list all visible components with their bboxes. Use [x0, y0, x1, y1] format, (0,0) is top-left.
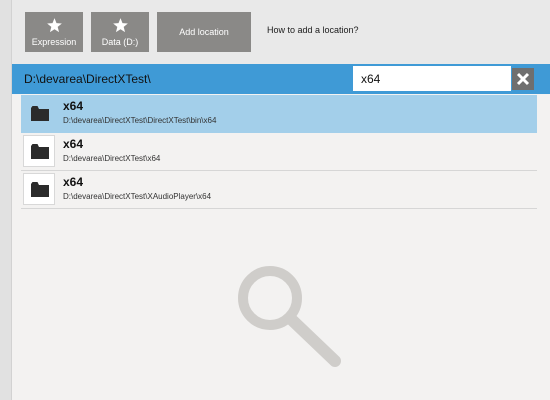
close-icon — [516, 72, 530, 86]
search-input[interactable] — [353, 66, 511, 91]
star-icon — [112, 18, 128, 33]
result-name: x64 — [63, 137, 84, 151]
result-path: D:\devarea\DirectXTest\DirectXTest\bin\x… — [63, 116, 217, 125]
results-list: x64 D:\devarea\DirectXTest\DirectXTest\b… — [21, 95, 537, 209]
how-to-add-location-link[interactable]: How to add a location? — [267, 25, 359, 35]
result-row[interactable]: x64 D:\devarea\DirectXTest\x64 — [21, 133, 537, 171]
left-rail — [0, 0, 12, 400]
app-window: Expression Data (D:) Add location How to… — [0, 0, 550, 400]
expression-button-label: Expression — [31, 37, 77, 47]
data-drive-location-button[interactable]: Data (D:) — [91, 12, 149, 52]
clear-search-button[interactable] — [512, 68, 534, 90]
folder-icon — [31, 144, 49, 159]
path-bar: D:\devarea\DirectXTest\ — [12, 64, 550, 94]
folder-tile — [23, 173, 55, 205]
result-path: D:\devarea\DirectXTest\XAudioPlayer\x64 — [63, 192, 212, 201]
add-location-label: Add location — [179, 27, 229, 37]
folder-tile — [23, 135, 55, 167]
folder-icon — [31, 182, 49, 197]
folder-icon — [31, 106, 49, 121]
folder-tile — [23, 97, 55, 129]
add-location-button[interactable]: Add location — [157, 12, 251, 52]
result-name: x64 — [63, 175, 84, 189]
result-row[interactable]: x64 D:\devarea\DirectXTest\XAudioPlayer\… — [21, 171, 537, 209]
result-path: D:\devarea\DirectXTest\x64 — [63, 154, 161, 163]
result-name: x64 — [63, 99, 84, 113]
result-row[interactable]: x64 D:\devarea\DirectXTest\DirectXTest\b… — [21, 95, 537, 133]
toolbar: Expression Data (D:) Add location How to… — [12, 0, 550, 64]
star-icon — [46, 18, 62, 33]
data-button-label: Data (D:) — [101, 37, 139, 47]
current-path: D:\devarea\DirectXTest\ — [24, 72, 151, 86]
search-icon — [238, 266, 341, 367]
expression-location-button[interactable]: Expression — [25, 12, 83, 52]
